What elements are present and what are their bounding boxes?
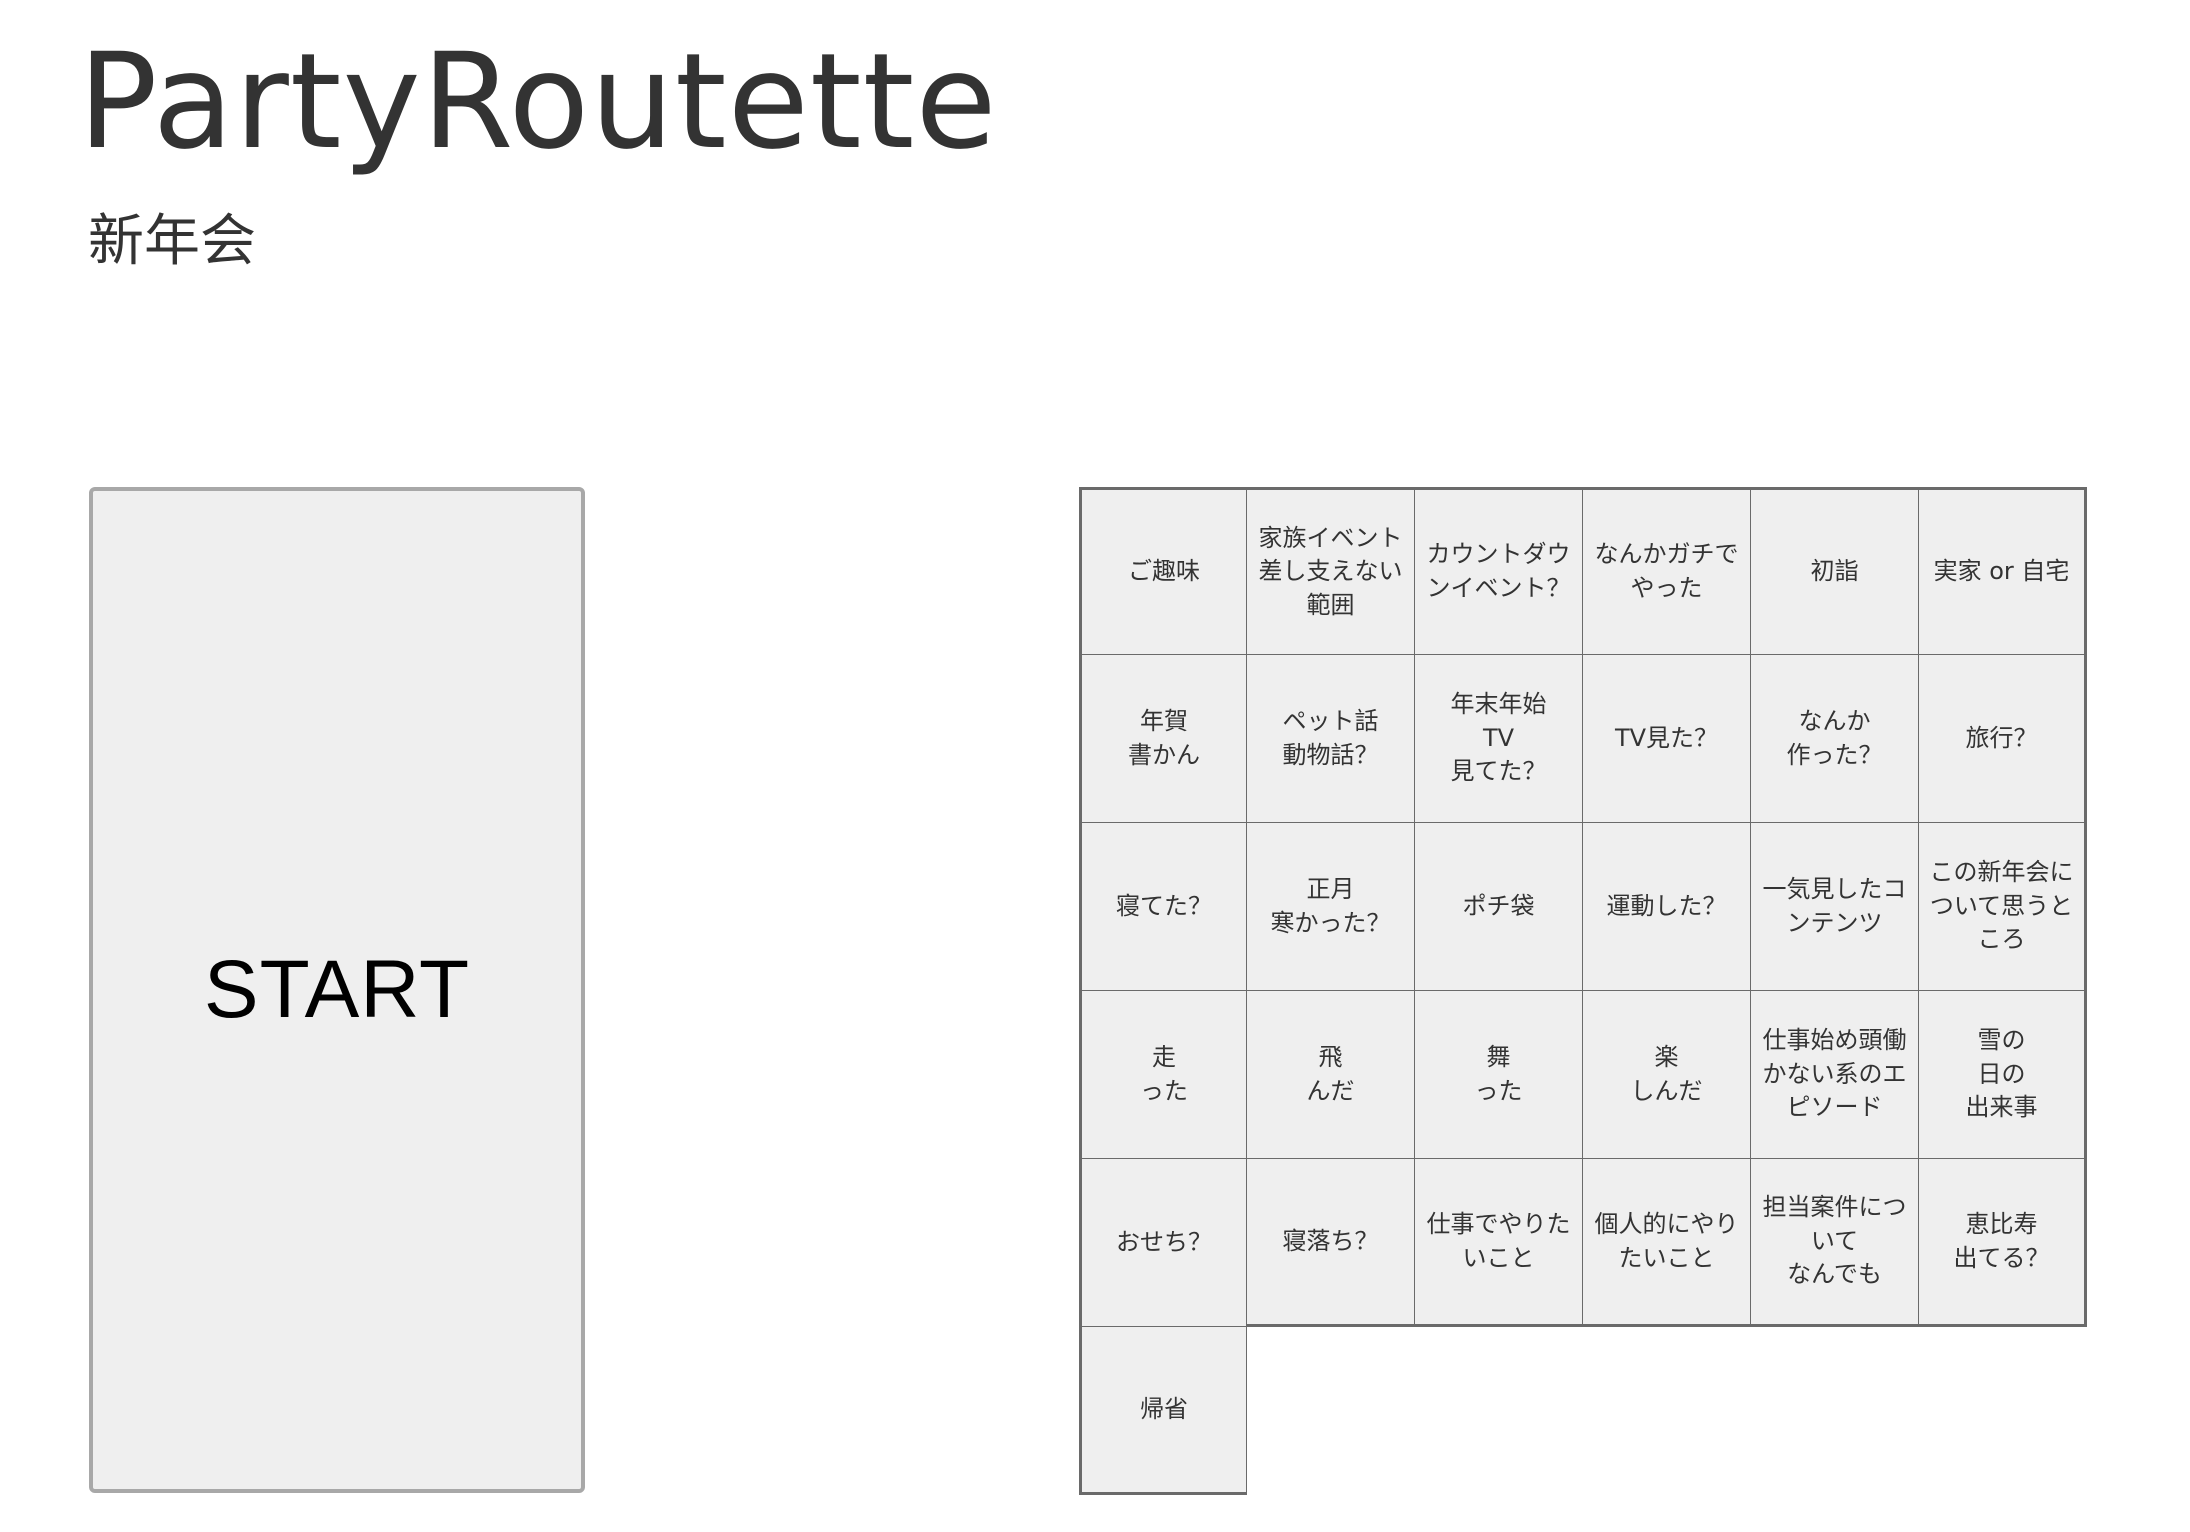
topic-cell[interactable]: カウントダウンイベント？: [1415, 487, 1583, 655]
topic-cell[interactable]: なんかガチでやった: [1583, 487, 1751, 655]
topic-cell[interactable]: 寝てた？: [1079, 823, 1247, 991]
topic-cell[interactable]: おせち？: [1079, 1159, 1247, 1327]
topic-cell[interactable]: 初詣: [1751, 487, 1919, 655]
start-button[interactable]: START: [89, 487, 585, 1493]
topic-cell[interactable]: 仕事でやりたいこと: [1415, 1159, 1583, 1327]
topic-cell[interactable]: ペット話 動物話？: [1247, 655, 1415, 823]
app-title: PartyRoutette: [78, 25, 998, 179]
topic-cell[interactable]: この新年会について思うところ: [1919, 823, 2087, 991]
topic-cell[interactable]: 個人的にやりたいこと: [1583, 1159, 1751, 1327]
topic-cell[interactable]: 帰省: [1079, 1327, 1247, 1495]
topic-cell[interactable]: 年賀 書かん: [1079, 655, 1247, 823]
topic-cell[interactable]: 恵比寿 出てる？: [1919, 1159, 2087, 1327]
topic-cell[interactable]: 走 った: [1079, 991, 1247, 1159]
topic-cell[interactable]: 一気見したコンテンツ: [1751, 823, 1919, 991]
topic-cell[interactable]: なんか 作った？: [1751, 655, 1919, 823]
topic-cell[interactable]: 正月 寒かった？: [1247, 823, 1415, 991]
topic-cell[interactable]: 運動した？: [1583, 823, 1751, 991]
topic-cell[interactable]: 担当案件について なんでも: [1751, 1159, 1919, 1327]
topic-cell[interactable]: 家族イベント 差し支えない範囲: [1247, 487, 1415, 655]
topic-cell[interactable]: TV見た？: [1583, 655, 1751, 823]
topic-cell[interactable]: 年末年始 TV 見てた？: [1415, 655, 1583, 823]
topic-cell[interactable]: 飛 んだ: [1247, 991, 1415, 1159]
topic-grid: ご趣味 家族イベント 差し支えない範囲 カウントダウンイベント？ なんかガチでやった初…: [1079, 487, 2091, 1495]
start-label: START: [203, 944, 471, 1035]
topic-cell[interactable]: 実家 or 自宅: [1919, 487, 2087, 655]
topic-cell[interactable]: 旅行？: [1919, 655, 2087, 823]
topic-cell[interactable]: 舞 った: [1415, 991, 1583, 1159]
topic-cell[interactable]: 寝落ち？: [1247, 1159, 1415, 1327]
event-subtitle: 新年会: [88, 209, 256, 274]
topic-cell[interactable]: ポチ袋: [1415, 823, 1583, 991]
topic-cell[interactable]: ご趣味: [1079, 487, 1247, 655]
topic-cell[interactable]: 仕事始め頭働かない系のエピソード: [1751, 991, 1919, 1159]
topic-cell[interactable]: 楽 しんだ: [1583, 991, 1751, 1159]
topic-cell[interactable]: 雪の 日の 出来事: [1919, 991, 2087, 1159]
